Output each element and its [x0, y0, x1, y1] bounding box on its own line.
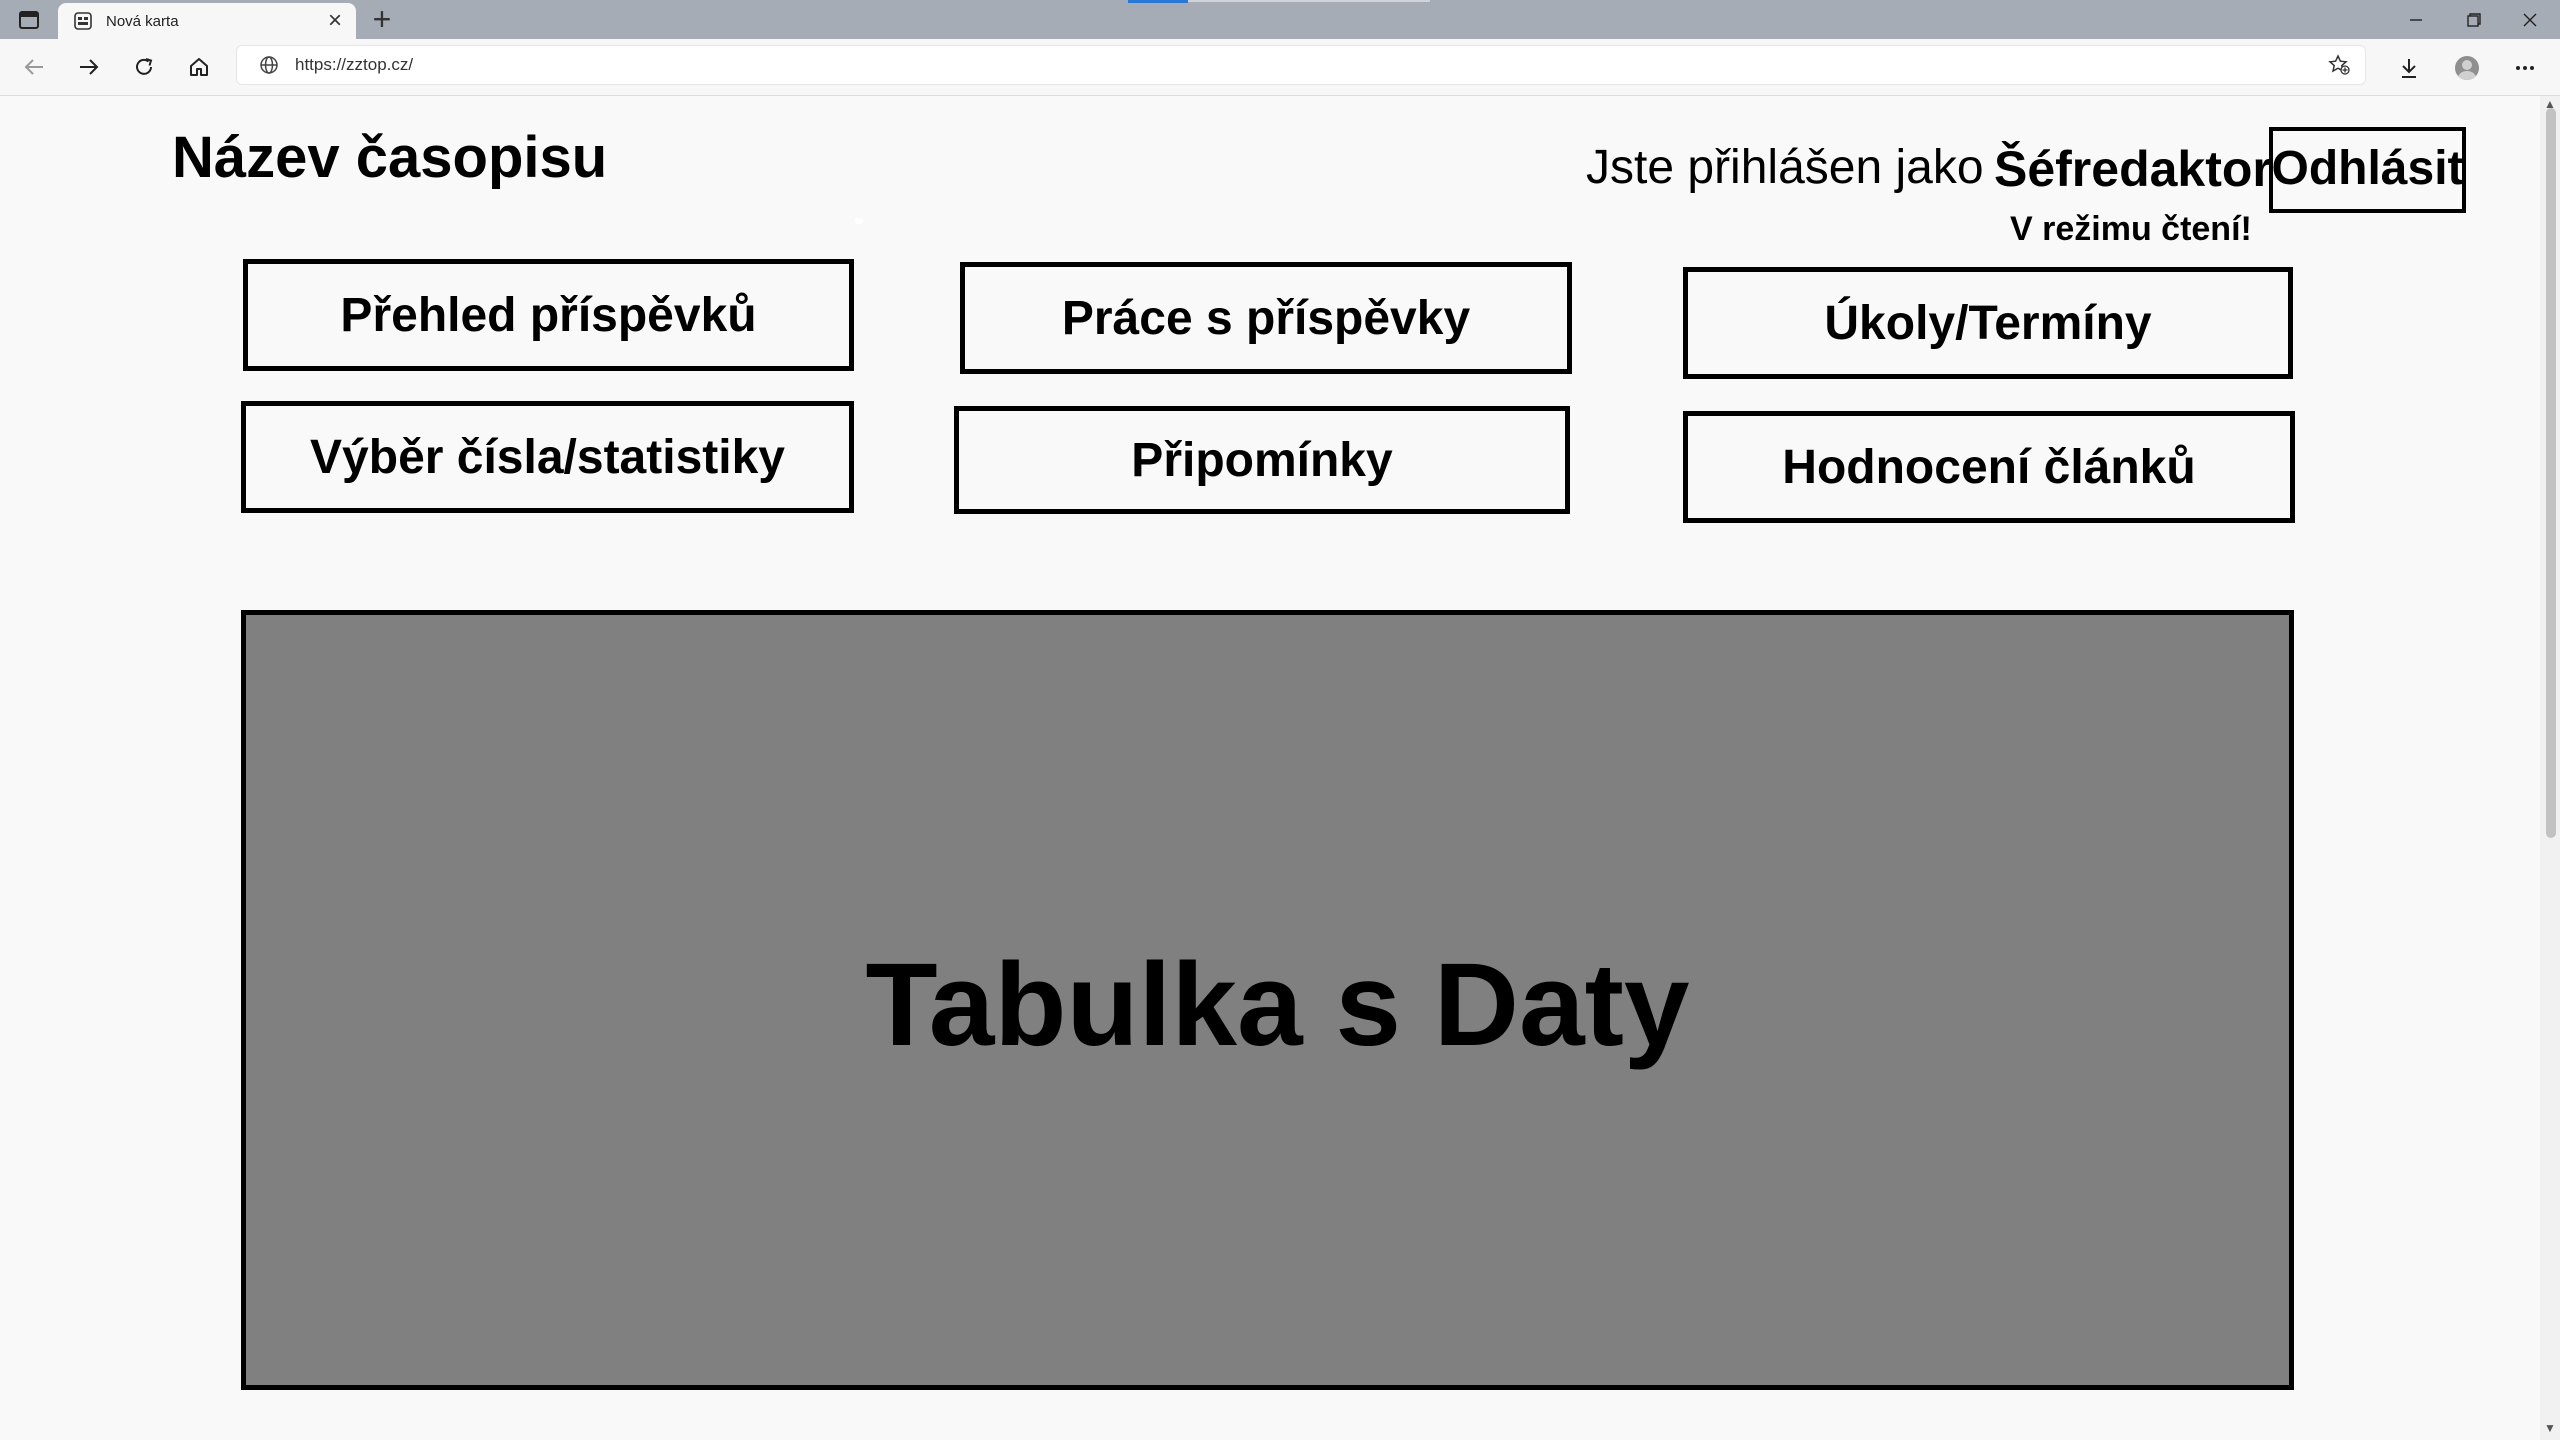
home-icon[interactable] — [181, 49, 217, 85]
data-table-label: Tabulka s Daty — [865, 939, 1690, 1071]
browser-tab-bar: Nová karta × + — [0, 0, 2560, 39]
data-table-panel: Tabulka s Daty — [241, 610, 2294, 1390]
scroll-down-icon[interactable]: ▼ — [2543, 1422, 2557, 1434]
browser-toolbar: https://zztop.cz/ — [0, 39, 2560, 96]
forward-icon[interactable] — [71, 49, 107, 85]
journal-title: Název časopisu — [172, 125, 608, 190]
decorative-dot — [855, 218, 863, 224]
article-rating-button[interactable]: Hodnocení článků — [1683, 411, 2295, 523]
posts-work-button[interactable]: Práce s příspěvky — [960, 262, 1572, 374]
login-status-text: Jste přihlášen jako — [1586, 141, 1984, 194]
read-mode-notice: V režimu čtení! — [2010, 210, 2252, 248]
tab-actions-icon[interactable] — [14, 8, 44, 32]
issue-statistics-button[interactable]: Výběr čísla/statistiky — [241, 401, 854, 513]
close-window-icon[interactable] — [2502, 0, 2558, 39]
tasks-deadlines-button[interactable]: Úkoly/Termíny — [1683, 267, 2293, 379]
profile-avatar-icon[interactable] — [2448, 49, 2486, 87]
more-options-icon[interactable] — [2506, 49, 2544, 87]
tab-drag-track — [1188, 0, 1430, 2]
logout-button[interactable]: Odhlásit — [2269, 127, 2466, 213]
back-icon[interactable] — [16, 49, 52, 85]
new-tab-page-icon — [72, 10, 94, 32]
url-text[interactable]: https://zztop.cz/ — [295, 55, 2321, 75]
tab-drag-indicator — [1128, 0, 1188, 3]
posts-overview-button[interactable]: Přehled příspěvků — [243, 259, 854, 371]
globe-icon — [257, 53, 281, 77]
minimize-icon[interactable] — [2388, 0, 2444, 39]
add-favorite-icon[interactable] — [2321, 47, 2357, 83]
downloads-icon[interactable] — [2390, 49, 2428, 87]
reload-icon[interactable] — [126, 49, 162, 85]
new-tab-button[interactable]: + — [366, 3, 398, 36]
scroll-thumb[interactable] — [2546, 108, 2556, 838]
browser-tab[interactable]: Nová karta × — [58, 3, 356, 39]
restore-icon[interactable] — [2446, 0, 2502, 39]
address-bar[interactable]: https://zztop.cz/ — [236, 45, 2366, 85]
tab-title: Nová karta — [106, 12, 179, 30]
tab-close-icon[interactable]: × — [320, 6, 350, 36]
comments-button[interactable]: Připomínky — [954, 406, 1570, 514]
user-role: Šéfredaktor — [1994, 141, 2272, 197]
page-scrollbar[interactable]: ▲ ▼ — [2540, 96, 2560, 1440]
